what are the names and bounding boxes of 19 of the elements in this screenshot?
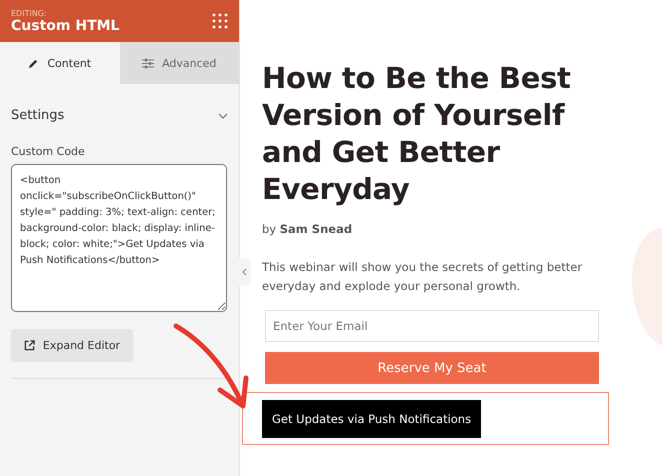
pencil-icon — [28, 58, 40, 68]
push-notifications-button[interactable]: Get Updates via Push Notifications — [262, 400, 482, 438]
email-field[interactable]: Enter Your Email — [265, 310, 599, 342]
sliders-icon — [142, 58, 154, 68]
expand-editor-button[interactable]: Expand Editor — [11, 329, 133, 362]
collapse-handle[interactable] — [237, 258, 251, 286]
external-link-icon — [24, 340, 35, 351]
panel-tab[interactable]: Advanced — [120, 42, 239, 84]
code-field[interactable]: <button onclick="subscribeOnClickButton()" style=" padding: 3%; text-align: center; background-color: black; display: inline-block; color: white;">Get Updates via Push Notifications</button> — [11, 164, 227, 312]
description-text: This webinar will show you the secrets of getting better everyday and explode your personal growth. — [262, 259, 584, 295]
author-byline: by Sam Snead — [262, 222, 354, 236]
drag-handle-icon[interactable] — [212, 13, 228, 29]
chevron-left-icon — [242, 268, 246, 276]
block-title: Custom HTML — [11, 18, 120, 34]
editing-label: EDITING: — [11, 8, 48, 18]
chevron-icon[interactable] — [218, 112, 228, 118]
settings-title: Settings — [11, 108, 64, 123]
page-heading: How to Be the Best Version of Yourself and Get Better Everyday — [262, 60, 572, 208]
field-label: Custom Code — [11, 145, 86, 158]
